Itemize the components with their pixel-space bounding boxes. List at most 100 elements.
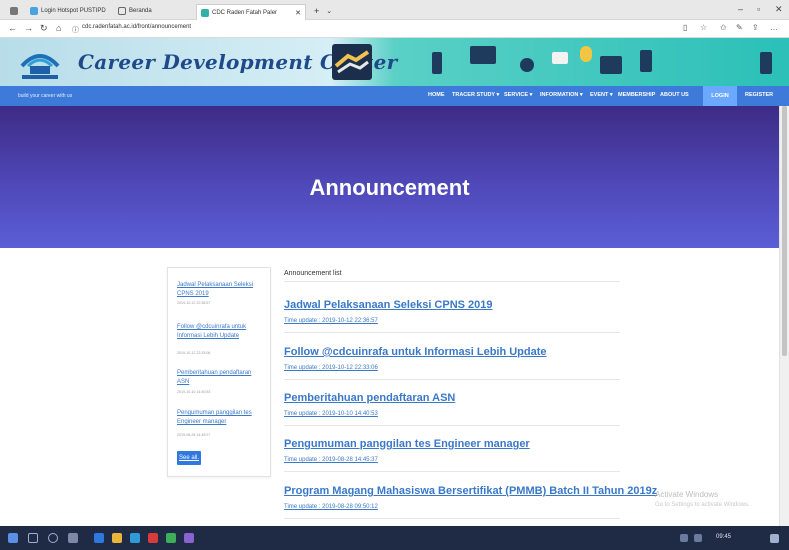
see-all-button[interactable]: See all. [177, 451, 201, 465]
mail-icon [552, 52, 568, 64]
cdc-favicon-icon [201, 8, 209, 17]
announcement-time[interactable]: Time update : 2019-10-12 22:36:57 [284, 318, 378, 324]
maximize-button[interactable]: ▫ [757, 4, 760, 14]
sidebar-item-date: 2019-10-12 22:33:06 [177, 351, 211, 355]
announcement-time[interactable]: Time update : 2019-08-28 14:45:37 [284, 457, 378, 463]
sidebar-announcements: Jadwal Pelaksanaan Seleksi CPNS 2019 201… [167, 267, 271, 477]
page-title: Announcement [309, 175, 470, 200]
announcement-link[interactable]: Follow @cdcuinrafa untuk Informasi Lebih… [284, 346, 547, 358]
refresh-button[interactable]: ↻ [40, 23, 48, 34]
announcement-list-title: Announcement list [284, 270, 342, 277]
monitor-icon [470, 46, 496, 64]
home-button[interactable]: ⌂ [56, 23, 61, 33]
site-navbar: build your career with us HOME TRACER ST… [0, 86, 789, 106]
taskbar-clock[interactable]: 09:45 [716, 534, 731, 540]
figure-icon [640, 50, 652, 72]
sidebar-item-date: 2019-10-12 22:36:57 [177, 301, 211, 305]
forward-button[interactable]: → [24, 23, 33, 33]
lightbulb-icon [580, 46, 592, 62]
sidebar-item-date: 2019-08-28 14:45:37 [177, 433, 211, 437]
close-tab-icon[interactable]: ✕ [295, 9, 301, 17]
pen-icon[interactable]: ✎ [736, 23, 743, 32]
plus-icon: + [314, 5, 320, 16]
page-icon [118, 6, 126, 15]
chart-icon [600, 56, 622, 74]
announcement-link[interactable]: Pengumuman panggilan tes Engineer manage… [284, 438, 530, 450]
tab-label: Beranda [129, 7, 152, 14]
nav-about-us[interactable]: ABOUT US [660, 92, 689, 98]
app-icon[interactable] [184, 533, 194, 543]
divider [284, 471, 620, 472]
tagline: build your career with us [18, 93, 73, 99]
divider [284, 425, 620, 426]
sidebar-item-date: 2019-10-10 14:40:53 [177, 390, 211, 394]
announcement-link[interactable]: Program Magang Mahasiswa Bersertifikat (… [284, 485, 657, 497]
tab-beranda[interactable]: Beranda [114, 3, 156, 18]
globe-icon [30, 6, 38, 15]
phone-icon [432, 52, 442, 74]
site-banner: Career Development Center [0, 38, 789, 86]
announcement-link[interactable]: Jadwal Pelaksanaan Seleksi CPNS 2019 [284, 299, 493, 311]
favorite-star-icon[interactable]: ☆ [700, 23, 707, 32]
announcement-time[interactable]: Time update : 2019-10-10 14:40:53 [284, 411, 378, 417]
activation-watermark-title: Activate Windows [655, 490, 719, 499]
tab-cdc[interactable]: CDC Raden Fatah Paler ✕ [196, 4, 306, 20]
nav-service[interactable]: SERVICE ▾ [504, 92, 532, 98]
divider [284, 379, 620, 380]
sidebar-item-link[interactable]: Jadwal Pelaksanaan Seleksi CPNS 2019 [177, 281, 263, 299]
cortana-icon[interactable] [48, 533, 58, 543]
announcement-time[interactable]: Time update : 2019-10-12 22:33:06 [284, 365, 378, 371]
store-icon[interactable] [130, 533, 140, 543]
network-icon[interactable] [680, 534, 688, 542]
nav-event[interactable]: EVENT ▾ [590, 92, 613, 98]
nav-home[interactable]: HOME [428, 92, 445, 98]
announcement-time[interactable]: Time update : 2019-08-28 09:50:12 [284, 504, 378, 510]
tab-label: CDC Raden Fatah Paler [212, 9, 278, 16]
hero-banner: Announcement [0, 106, 779, 248]
phone-icon [760, 52, 772, 74]
notifications-icon[interactable] [770, 534, 779, 543]
sidebar-item-link[interactable]: Pengumuman panggilan tes Engineer manage… [177, 409, 263, 427]
app-icon[interactable] [166, 533, 176, 543]
edge-icon[interactable] [94, 533, 104, 543]
page-scrollbar[interactable] [779, 106, 789, 526]
info-icon: ⓘ [72, 27, 79, 34]
nav-register[interactable]: REGISTER [745, 92, 773, 98]
url-field[interactable]: cdc.radenfatah.ac.id/front/announcement [82, 24, 191, 30]
handshake-icon [332, 44, 372, 80]
tab-actions-icon [10, 6, 18, 15]
search-icon[interactable] [28, 533, 38, 543]
start-icon[interactable] [8, 533, 18, 543]
browser-tab-bar: Login Hotspot PUSTIPD Beranda CDC Raden … [0, 0, 789, 20]
scrollbar-thumb[interactable] [782, 106, 787, 356]
minimize-button[interactable]: – [738, 4, 743, 14]
file-explorer-icon[interactable] [112, 533, 122, 543]
task-view-icon[interactable] [68, 533, 78, 543]
app-icon[interactable] [148, 533, 158, 543]
sidebar-item-link[interactable]: Pemberitahuan pendaftaran ASN [177, 369, 263, 387]
divider [284, 332, 620, 333]
tab-label: Login Hotspot PUSTIPD [41, 7, 106, 14]
windows-taskbar: 09:45 [0, 526, 789, 550]
favorites-icon[interactable]: ✩ [720, 23, 727, 32]
more-icon[interactable]: … [770, 23, 778, 32]
new-tab-button[interactable]: + ⌄ [310, 3, 336, 18]
announcement-link[interactable]: Pemberitahuan pendaftaran ASN [284, 392, 455, 404]
close-window-button[interactable]: ✕ [775, 4, 783, 15]
volume-icon[interactable] [694, 534, 702, 542]
tab-actions[interactable] [6, 3, 22, 18]
person-icon [520, 58, 534, 72]
divider [284, 281, 620, 282]
address-bar: ← → ↻ ⌂ ⓘ cdc.radenfatah.ac.id/front/ann… [0, 20, 789, 38]
sidebar-item-link[interactable]: Follow @cdcuinrafa untuk Informasi Lebih… [177, 323, 263, 341]
tab-login-hotspot[interactable]: Login Hotspot PUSTIPD [26, 3, 110, 18]
login-button[interactable]: LOGIN [703, 86, 737, 106]
uin-logo[interactable] [18, 46, 62, 80]
share-icon[interactable]: ⇪ [752, 23, 759, 32]
reading-view-icon[interactable]: ▯ [683, 23, 687, 32]
nav-membership[interactable]: MEMBERSHIP [618, 92, 655, 98]
divider [284, 518, 620, 519]
back-button[interactable]: ← [8, 23, 17, 33]
nav-tracer-study[interactable]: TRACER STUDY ▾ [452, 92, 499, 98]
nav-information[interactable]: INFORMATION ▾ [540, 92, 583, 98]
